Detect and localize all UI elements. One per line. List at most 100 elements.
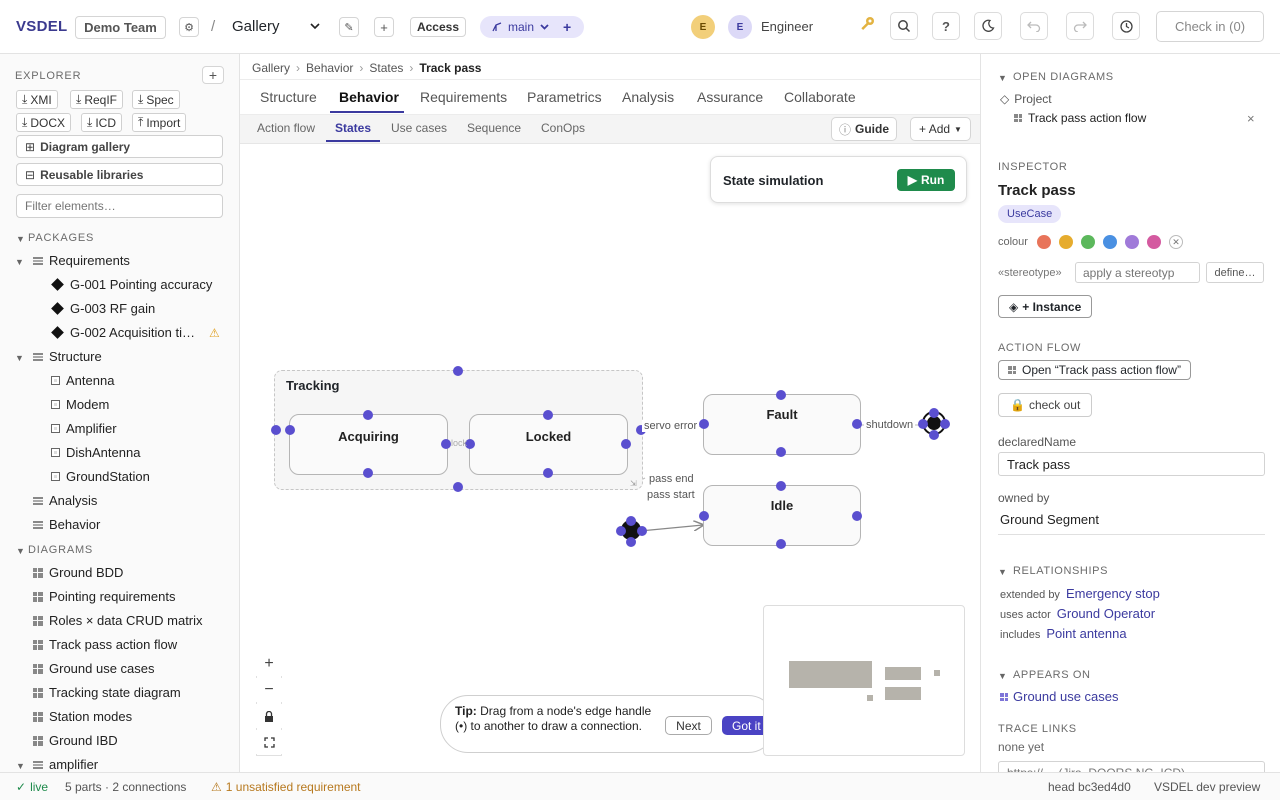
appears-on-link[interactable]: Ground use cases [1000, 689, 1119, 704]
edge-label-pass-start[interactable]: pass start [645, 489, 697, 501]
connection-handle[interactable] [929, 408, 939, 418]
declared-name-input[interactable] [998, 452, 1265, 476]
guide-button[interactable]: ⓘ Guide [831, 117, 897, 141]
tree-item-diagram[interactable]: Pointing requirements [33, 589, 175, 604]
tree-item-diagram[interactable]: Ground BDD [33, 565, 123, 580]
tree-item-diagram[interactable]: Tracking state diagram [33, 685, 181, 700]
connection-handle[interactable] [637, 526, 647, 536]
tree-package-analysis[interactable]: Analysis [33, 493, 97, 508]
tree-item-part[interactable]: Amplifier [51, 421, 117, 436]
import-button[interactable]: ⤒ Import [132, 113, 187, 132]
edge-label-servo-error[interactable]: servo error [642, 420, 700, 432]
edge-label-pass-end[interactable]: pass end [647, 473, 696, 485]
fit-view-icon[interactable] [256, 730, 282, 754]
connection-handle[interactable] [776, 447, 786, 457]
export-xmi-button[interactable]: ⤓ XMI [16, 90, 58, 109]
project-link[interactable]: ◇ Project [1000, 92, 1052, 106]
connection-handle[interactable] [285, 425, 295, 435]
collapse-caret-icon[interactable]: ▼ [998, 671, 1007, 681]
export-icd-button[interactable]: ⤓ ICD [81, 113, 122, 132]
stereotype-input[interactable] [1075, 262, 1200, 283]
collapse-caret-icon[interactable]: ▼ [16, 234, 25, 244]
avatar[interactable]: E [728, 15, 752, 39]
check-out-button[interactable]: 🔒 check out [998, 393, 1093, 417]
connection-handle[interactable] [929, 430, 939, 440]
connection-handle[interactable] [363, 410, 373, 420]
help-icon[interactable]: ? [932, 12, 960, 40]
connection-handle[interactable] [363, 468, 373, 478]
connection-handle[interactable] [852, 511, 862, 521]
zoom-out-icon[interactable]: − [256, 678, 282, 702]
tab-structure[interactable]: Structure [260, 89, 317, 105]
unsatisfied-requirements-link[interactable]: ⚠ 1 unsatisfied requirement [211, 780, 361, 794]
tree-item-diagram[interactable]: Track pass action flow [33, 637, 177, 652]
connection-handle[interactable] [852, 419, 862, 429]
export-reqif-button[interactable]: ⤓ ReqIF [70, 90, 123, 109]
connection-handle[interactable] [940, 419, 950, 429]
team-settings-icon[interactable]: ⚙ [179, 17, 199, 37]
redo-icon[interactable] [1066, 12, 1094, 40]
tree-item-diagram[interactable]: Roles × data CRUD matrix [33, 613, 203, 628]
owned-by-value[interactable]: Ground Segment [1000, 512, 1099, 527]
tab-behavior[interactable]: Behavior [339, 89, 399, 105]
colour-swatch[interactable] [1103, 235, 1117, 249]
tab-assurance[interactable]: Assurance [697, 89, 763, 105]
collapse-caret-icon[interactable]: ▼ [998, 567, 1007, 577]
state-fault[interactable]: Fault [703, 394, 861, 455]
filter-elements-input[interactable] [16, 194, 223, 218]
check-in-button[interactable]: Check in (0) [1156, 11, 1264, 42]
connection-handle[interactable] [543, 410, 553, 420]
lock-icon[interactable] [256, 704, 282, 728]
reusable-libraries-button[interactable]: ⊟ Reusable libraries [16, 163, 223, 186]
branch-pill[interactable]: main + [480, 16, 584, 38]
open-diagram-item[interactable]: Track pass action flow [1014, 111, 1146, 125]
tree-item-requirement[interactable]: G-003 RF gain [51, 301, 155, 316]
avatar[interactable]: E [691, 15, 715, 39]
rename-project-icon[interactable]: ✎ [339, 17, 359, 37]
diagram-gallery-button[interactable]: ⊞ Diagram gallery [16, 135, 223, 158]
subtab-sequence[interactable]: Sequence [467, 121, 521, 135]
connection-handle[interactable] [918, 419, 928, 429]
relationship-link[interactable]: Ground Operator [1057, 606, 1155, 621]
tab-requirements[interactable]: Requirements [420, 89, 507, 105]
tree-package-structure[interactable]: Structure [33, 349, 102, 364]
access-button[interactable]: Access [410, 17, 466, 37]
connection-handle[interactable] [616, 526, 626, 536]
team-button[interactable]: Demo Team [75, 16, 166, 39]
tree-item-partial[interactable]: amplifier [33, 757, 98, 772]
tree-item-diagram[interactable]: Ground use cases [33, 661, 155, 676]
export-docx-button[interactable]: ⤓ DOCX [16, 113, 71, 132]
tree-package-requirements[interactable]: Requirements [33, 253, 130, 268]
colour-swatch[interactable] [1147, 235, 1161, 249]
subtab-action-flow[interactable]: Action flow [257, 121, 315, 135]
search-icon[interactable] [890, 12, 918, 40]
new-project-icon[interactable]: + [374, 17, 394, 37]
connection-handle[interactable] [453, 482, 463, 492]
connection-handle[interactable] [626, 516, 636, 526]
trace-link-input[interactable] [998, 761, 1265, 772]
history-icon[interactable] [1112, 12, 1140, 40]
project-select[interactable]: Gallery [232, 18, 320, 35]
minimap[interactable] [763, 605, 965, 756]
connection-handle[interactable] [776, 390, 786, 400]
tree-item-part[interactable]: DishAntenna [51, 445, 140, 460]
connection-handle[interactable] [543, 468, 553, 478]
connection-handle[interactable] [776, 481, 786, 491]
colour-swatch[interactable] [1081, 235, 1095, 249]
tree-item-requirement[interactable]: G-001 Pointing accuracy [51, 277, 212, 292]
key-icon[interactable] [858, 15, 878, 37]
colour-swatch[interactable] [1037, 235, 1051, 249]
close-icon[interactable]: × [1247, 111, 1255, 126]
breadcrumb-item[interactable]: Gallery [252, 61, 290, 75]
tree-item-part[interactable]: Modem [51, 397, 109, 412]
breadcrumb-item[interactable]: Behavior [306, 61, 353, 75]
export-spec-button[interactable]: ⤓ Spec [132, 90, 180, 109]
clear-colour-icon[interactable]: ✕ [1169, 235, 1183, 249]
resize-handle-icon[interactable]: ⇲ [630, 479, 637, 488]
breadcrumb-item[interactable]: States [369, 61, 403, 75]
explorer-add-icon[interactable]: + [202, 66, 224, 84]
tree-item-diagram[interactable]: Station modes [33, 709, 132, 724]
collapse-caret-icon[interactable]: ▼ [16, 546, 25, 556]
connection-handle[interactable] [776, 539, 786, 549]
tab-parametrics[interactable]: Parametrics [527, 89, 602, 105]
